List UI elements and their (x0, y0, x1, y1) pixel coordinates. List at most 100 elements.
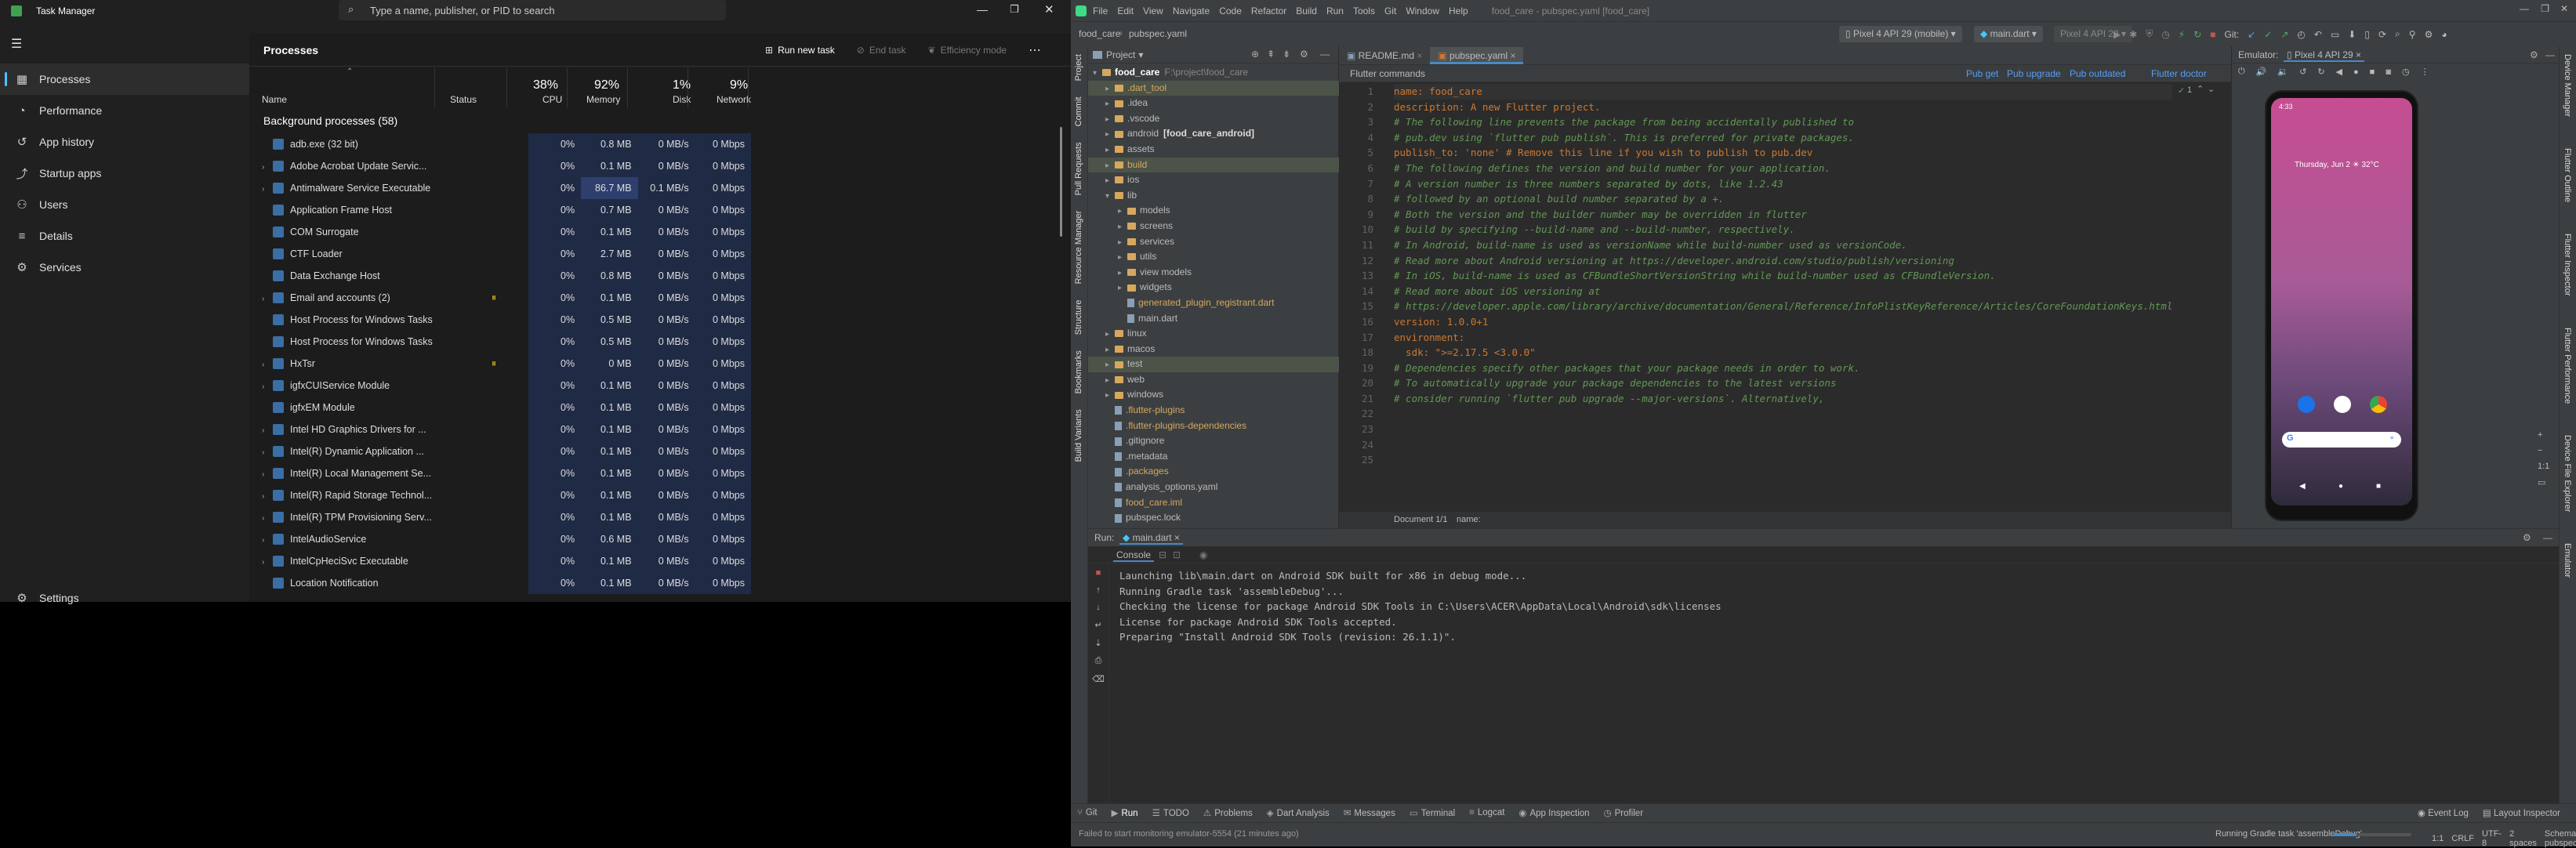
coverage-icon[interactable]: ⛨ (2146, 28, 2153, 40)
table-row[interactable]: › HxTsr ⏸ 0% 0 MB 0 MB/s 0 Mbps (257, 353, 751, 375)
code-line[interactable]: publish_to: 'none' # Remove this line if… (1394, 145, 2172, 161)
tree-chevron-icon[interactable]: ▾ (1093, 66, 1102, 82)
git-history-icon[interactable]: ◴ (2297, 29, 2305, 40)
soft-wrap-icon[interactable]: ↵ (1094, 620, 1101, 630)
table-row[interactable]: Location Notification 0% 0.1 MB 0 MB/s 0 Mbp… (257, 572, 751, 594)
code-line[interactable]: # To automatically upgrade your package … (1394, 375, 2172, 391)
expand-chevron-icon[interactable]: › (262, 382, 273, 391)
hamburger-menu-icon[interactable]: ☰ (11, 36, 22, 52)
table-row[interactable]: › Intel(R) TPM Provisioning Serv... 0% 0.1 … (257, 506, 751, 528)
tree-chevron-icon[interactable]: ▸ (1118, 250, 1127, 266)
tree-chevron-icon[interactable]: ▸ (1118, 266, 1127, 281)
up-icon[interactable]: ↑ (1096, 585, 1101, 595)
run-tab-main-dart[interactable]: ◆ main.dart × (1119, 532, 1183, 545)
column-memory[interactable]: Memory (586, 94, 620, 105)
search-input[interactable]: Type a name, publisher, or PID to search (370, 5, 555, 16)
close-button[interactable]: ✕ (2560, 3, 2568, 14)
efficiency-mode-button[interactable]: Efficiency mode (941, 45, 1007, 56)
event-log-tab[interactable]: ◉ Event Log (2418, 807, 2469, 818)
volume-down-icon[interactable]: 🔉 (2277, 67, 2288, 77)
inspector-icon[interactable]: ⌕ (2395, 28, 2400, 40)
tree-item[interactable]: ▸ assets (1088, 142, 1339, 158)
column-status[interactable]: Status (450, 94, 477, 105)
nav-back-icon[interactable]: ◀ (2299, 482, 2306, 491)
more-options-icon[interactable]: ⋯ (1029, 42, 1041, 58)
tree-item[interactable]: ▸ windows (1088, 387, 1339, 403)
play-store-icon[interactable] (2334, 396, 2351, 413)
table-row[interactable]: Data Exchange Host 0% 0.8 MB 0 MB/s 0 Mbps (257, 265, 751, 287)
tree-chevron-icon[interactable]: ▸ (1105, 96, 1115, 112)
tree-item[interactable]: ▸ .vscode (1088, 111, 1339, 127)
rotate-left-icon[interactable]: ↺ (2299, 67, 2306, 77)
tree-chevron-icon[interactable]: ▸ (1105, 173, 1115, 189)
maximize-button[interactable]: ❐ (1010, 3, 1019, 16)
tree-item[interactable]: ▸ .dart_tool (1088, 80, 1339, 96)
breadcrumb-project[interactable]: food_care (1079, 28, 1120, 39)
tree-chevron-icon[interactable]: ▸ (1118, 204, 1127, 219)
code-line[interactable]: # A version number is three numbers sepa… (1394, 176, 2172, 192)
menu-item-navigate[interactable]: Navigate (1173, 5, 1210, 16)
layout-inspector-tab[interactable]: ▤ Layout Inspector (2483, 807, 2560, 818)
nav-details[interactable]: ≡ Details (0, 220, 249, 252)
close-tab-icon[interactable]: × (1510, 50, 1515, 61)
profile-icon[interactable]: ◷ (2161, 29, 2169, 40)
code-editor[interactable]: 1 2 3 4 5 6 7 8 9 10 11 12 13 14 15 16 17 18 19 20 21 22 23 24 2… (1339, 82, 2231, 512)
nav-settings[interactable]: ⚙ Settings (0, 582, 249, 614)
code-line[interactable]: # build by specifying --build-name and -… (1394, 222, 2172, 237)
tree-item[interactable]: ▸ web (1088, 372, 1339, 388)
console-output[interactable]: Launching lib\main.dart on Android SDK b… (1119, 568, 1722, 645)
expand-chevron-icon[interactable]: › (262, 163, 273, 172)
table-row[interactable]: Host Process for Windows Tasks 0% 0.5 MB 0 … (257, 331, 751, 353)
zoom-in-icon[interactable]: + (2538, 430, 2549, 440)
document-indicator[interactable]: Document 1/1 (1394, 515, 1447, 524)
tree-chevron-icon[interactable]: ▸ (1105, 342, 1115, 358)
tool-structure[interactable]: Structure (1074, 300, 1083, 335)
minimize-button[interactable]: — (977, 3, 988, 16)
project-view-selector[interactable]: Project (1106, 49, 1135, 60)
scroll-to-end-icon[interactable]: ⇣ (1094, 638, 1101, 648)
menu-item-help[interactable]: Help (1449, 5, 1468, 16)
status-item[interactable]: CRLF (2451, 834, 2474, 843)
debug-icon[interactable]: ✱ (2129, 29, 2137, 40)
pub-upgrade-link[interactable]: Pub upgrade (2007, 68, 2061, 79)
pub-get-link[interactable]: Pub get (1966, 68, 1998, 79)
hide-run-panel-icon[interactable]: — (2543, 532, 2552, 543)
fit-screen-icon[interactable]: ▭ (2538, 477, 2549, 487)
tree-item[interactable]: ▸ build (1088, 157, 1339, 173)
tool-device-manager[interactable]: Device Manager (2563, 54, 2572, 117)
menu-item-file[interactable]: File (1093, 5, 1108, 16)
hide-panel-icon[interactable]: — (1320, 49, 1330, 60)
search-everywhere-icon[interactable]: ⚲ (2409, 29, 2416, 40)
table-row[interactable]: Host Process for Windows Tasks 0% 0.5 MB 0 … (257, 309, 751, 331)
nav-services[interactable]: ⚙ Services (0, 252, 249, 283)
clear-icon[interactable]: ⌫ (1092, 674, 1105, 684)
code-line[interactable]: environment: (1394, 330, 2172, 346)
device-manager-icon[interactable]: ▭ (2331, 29, 2339, 40)
expand-chevron-icon[interactable]: › (262, 361, 273, 369)
tool-commit[interactable]: Commit (1074, 96, 1083, 126)
options-gear-icon[interactable]: ⚙ (1300, 49, 1308, 60)
prev-issue-icon[interactable]: ⌃ (2197, 84, 2204, 94)
run-settings-icon[interactable]: ⚙ (2523, 532, 2531, 543)
table-row[interactable]: adb.exe (32 bit) 0% 0.8 MB 0 MB/s 0 Mbps (257, 133, 751, 155)
menu-item-window[interactable]: Window (1406, 5, 1439, 16)
avd-icon[interactable]: ▯ (2364, 29, 2370, 40)
expand-chevron-icon[interactable]: › (262, 426, 273, 435)
home-icon[interactable]: ● (2353, 67, 2359, 77)
locate-icon[interactable]: ⊕ (1251, 49, 1259, 60)
mic-icon[interactable]: ⚬ (2389, 434, 2395, 443)
nav-app-history[interactable]: ↺ App history (0, 126, 249, 158)
zoom-level[interactable]: 1:1 (2538, 462, 2549, 471)
messages-app-icon[interactable] (2298, 396, 2315, 413)
tree-item[interactable]: ▸ .idea (1088, 96, 1339, 111)
code-line[interactable]: # consider running `flutter pub upgrade … (1394, 391, 2172, 407)
code-line[interactable]: # https://developer.apple.com/library/ar… (1394, 299, 2172, 314)
tree-chevron-icon[interactable]: ▸ (1105, 388, 1115, 404)
tree-item[interactable]: ▸ macos (1088, 342, 1339, 357)
table-row[interactable]: › igfxCUIService Module 0% 0.1 MB 0 MB/s 0 Mb… (257, 375, 751, 397)
expand-chevron-icon[interactable]: › (262, 514, 273, 523)
more-icon[interactable]: ⋮ (2421, 67, 2429, 77)
tree-chevron-icon[interactable]: ▸ (1118, 235, 1127, 251)
yaml-path[interactable]: name: (1457, 515, 1481, 524)
tree-item[interactable]: generated_plugin_registrant.dart (1088, 295, 1339, 311)
